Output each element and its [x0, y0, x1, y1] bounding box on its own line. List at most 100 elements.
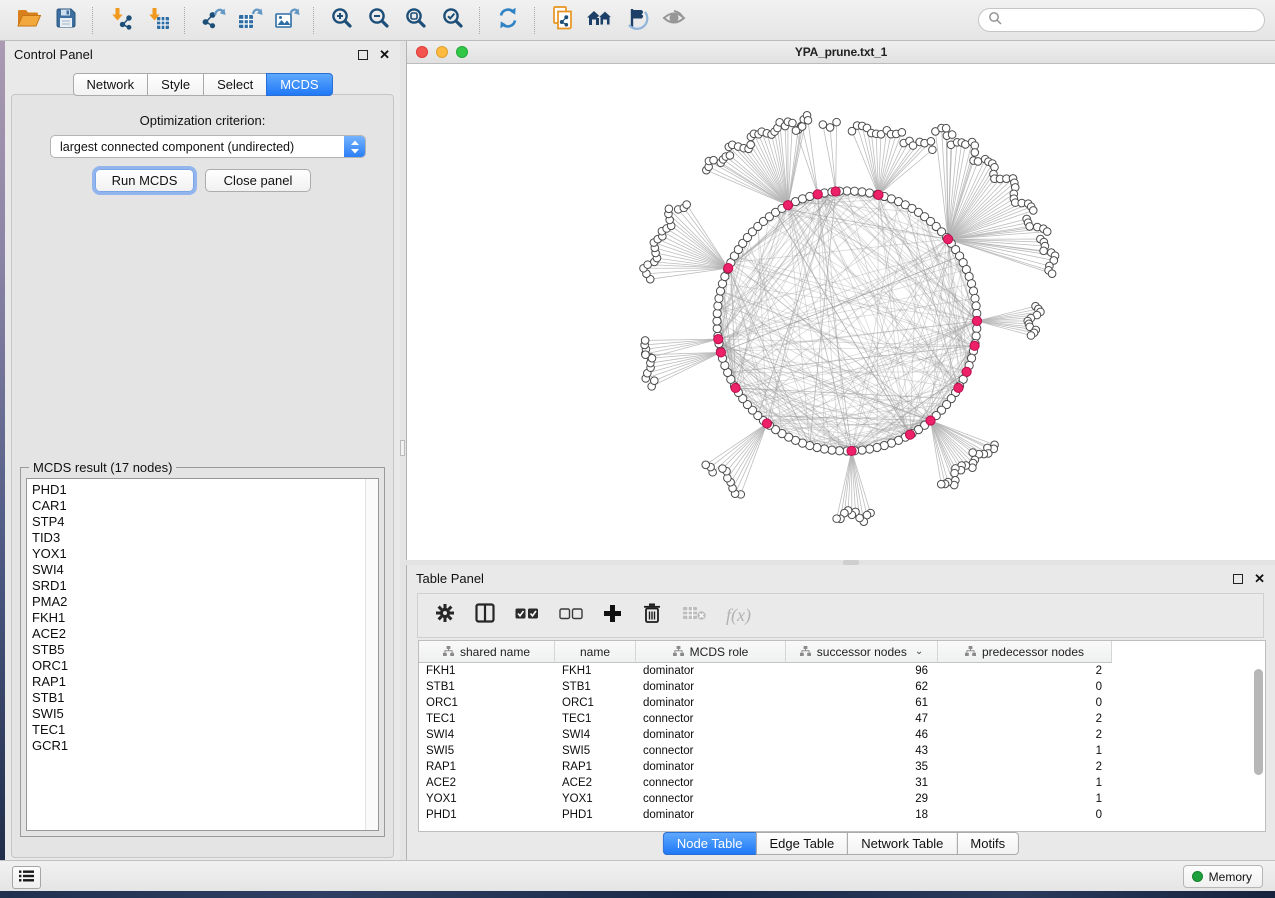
run-mcds-button[interactable]: Run MCDS: [95, 169, 194, 192]
network-leaf-node[interactable]: [789, 119, 797, 127]
network-hub-node[interactable]: [943, 235, 952, 244]
network-leaf-node[interactable]: [1026, 223, 1034, 231]
network-leaf-node[interactable]: [971, 149, 979, 157]
table-row[interactable]: PHD1PHD1dominator180: [419, 807, 1265, 823]
mcds-result-item[interactable]: PMA2: [27, 594, 378, 610]
table-row[interactable]: RAP1RAP1dominator352: [419, 759, 1265, 775]
mcds-result-item[interactable]: ACE2: [27, 626, 378, 642]
network-leaf-node[interactable]: [1029, 207, 1037, 215]
network-node[interactable]: [820, 445, 828, 453]
refresh-layout-button[interactable]: [489, 4, 526, 36]
tab-edge-table[interactable]: Edge Table: [755, 832, 848, 855]
table-row[interactable]: ACE2ACE2connector311: [419, 775, 1265, 791]
network-leaf-node[interactable]: [650, 377, 658, 385]
network-hub-node[interactable]: [714, 334, 723, 343]
zoom-fit-button[interactable]: [397, 4, 434, 36]
mcds-result-item[interactable]: SWI5: [27, 706, 378, 722]
open-session-button[interactable]: [10, 4, 47, 36]
network-node[interactable]: [835, 447, 843, 455]
network-leaf-node[interactable]: [951, 469, 959, 477]
hide-flagged-button[interactable]: [618, 4, 655, 36]
task-history-button[interactable]: [12, 866, 41, 889]
mcds-result-item[interactable]: SWI4: [27, 562, 378, 578]
mcds-result-item[interactable]: PHD1: [27, 482, 378, 498]
window-close-button[interactable]: [416, 46, 428, 58]
network-leaf-node[interactable]: [929, 146, 937, 154]
delete-column-button[interactable]: [642, 602, 662, 629]
mcds-result-item[interactable]: ORC1: [27, 658, 378, 674]
network-hub-node[interactable]: [954, 383, 963, 392]
network-leaf-node[interactable]: [665, 205, 673, 213]
save-session-button[interactable]: [47, 4, 84, 36]
network-canvas[interactable]: [407, 63, 1275, 559]
network-leaf-node[interactable]: [826, 124, 834, 132]
network-hub-node[interactable]: [972, 316, 981, 325]
window-zoom-button[interactable]: [456, 46, 468, 58]
column-header-name[interactable]: name: [555, 641, 636, 663]
tab-network[interactable]: Network: [72, 73, 148, 96]
network-node[interactable]: [972, 302, 980, 310]
mcds-result-item[interactable]: STB5: [27, 642, 378, 658]
zoom-in-button[interactable]: [323, 4, 360, 36]
network-node[interactable]: [828, 446, 836, 454]
tab-motifs[interactable]: Motifs: [956, 832, 1019, 855]
network-hub-node[interactable]: [716, 348, 725, 357]
export-image-button[interactable]: [268, 4, 305, 36]
mcds-result-item[interactable]: FKH1: [27, 610, 378, 626]
network-hub-node[interactable]: [847, 446, 856, 455]
network-node[interactable]: [858, 188, 866, 196]
table-row[interactable]: STB1STB1dominator620: [419, 679, 1265, 695]
mcds-list-scrollbar[interactable]: [365, 479, 378, 830]
network-hub-node[interactable]: [731, 383, 740, 392]
network-leaf-node[interactable]: [724, 474, 732, 482]
splitter-handle[interactable]: [400, 440, 405, 456]
table-row[interactable]: SWI5SWI5connector431: [419, 743, 1265, 759]
export-table-button[interactable]: [231, 4, 268, 36]
network-hub-node[interactable]: [762, 419, 771, 428]
network-node[interactable]: [865, 445, 873, 453]
search-input[interactable]: [1008, 12, 1255, 28]
mcds-result-item[interactable]: GCR1: [27, 738, 378, 754]
mcds-result-item[interactable]: SRD1: [27, 578, 378, 594]
network-node[interactable]: [971, 294, 979, 302]
network-node[interactable]: [873, 443, 881, 451]
network-node[interactable]: [850, 187, 858, 195]
float-panel-icon[interactable]: [358, 50, 368, 60]
float-panel-icon[interactable]: [1233, 574, 1243, 584]
tab-node-table[interactable]: Node Table: [663, 832, 757, 855]
table-row[interactable]: SWI4SWI4dominator462: [419, 727, 1265, 743]
first-neighbors-button[interactable]: [581, 4, 618, 36]
window-minimize-button[interactable]: [436, 46, 448, 58]
network-leaf-node[interactable]: [948, 131, 956, 139]
network-node[interactable]: [715, 294, 723, 302]
network-node[interactable]: [858, 446, 866, 454]
mcds-result-item[interactable]: STB1: [27, 690, 378, 706]
network-leaf-node[interactable]: [710, 156, 718, 164]
network-leaf-node[interactable]: [833, 515, 841, 523]
network-leaf-node[interactable]: [1040, 247, 1048, 255]
network-leaf-node[interactable]: [719, 465, 727, 473]
network-leaf-node[interactable]: [937, 480, 945, 488]
network-leaf-node[interactable]: [642, 351, 650, 359]
network-node[interactable]: [843, 187, 851, 195]
add-column-button[interactable]: [603, 604, 622, 628]
table-mode-button[interactable]: [435, 603, 455, 628]
network-node[interactable]: [972, 332, 980, 340]
export-network-button[interactable]: [194, 4, 231, 36]
zoom-out-button[interactable]: [360, 4, 397, 36]
network-leaf-node[interactable]: [804, 117, 812, 125]
mcds-result-item[interactable]: STP4: [27, 514, 378, 530]
network-leaf-node[interactable]: [833, 118, 841, 126]
tab-network-table[interactable]: Network Table: [847, 832, 957, 855]
column-header-predecessor-nodes[interactable]: predecessor nodes: [938, 641, 1112, 663]
deselect-all-button[interactable]: [559, 607, 583, 625]
network-leaf-node[interactable]: [927, 137, 935, 145]
import-network-button[interactable]: [102, 4, 139, 36]
network-leaf-node[interactable]: [683, 201, 691, 209]
mcds-result-item[interactable]: TID3: [27, 530, 378, 546]
table-row[interactable]: ORC1ORC1dominator610: [419, 695, 1265, 711]
network-leaf-node[interactable]: [974, 158, 982, 166]
network-node[interactable]: [865, 189, 873, 197]
zoom-selected-button[interactable]: [434, 4, 471, 36]
network-leaf-node[interactable]: [747, 141, 755, 149]
